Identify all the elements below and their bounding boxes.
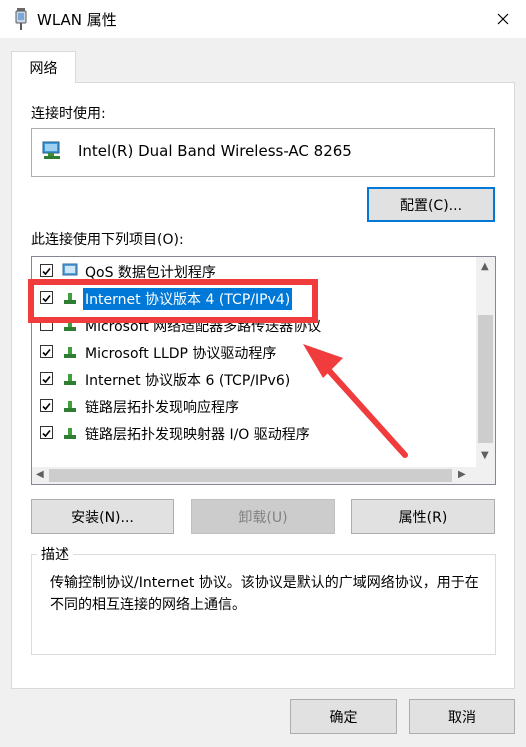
cancel-button-label: 取消 [448, 709, 476, 726]
protocol-icon [64, 293, 76, 304]
configure-button-label: 配置(C)... [399, 197, 463, 214]
item-checkbox[interactable] [40, 318, 53, 331]
item-label: Microsoft 网络适配器多路传送器协议 [85, 319, 322, 335]
window-title: WLAN 属性 [37, 11, 117, 29]
list-item[interactable]: 链路层拓扑发现映射器 I/O 驱动程序 [32, 420, 475, 447]
configure-button[interactable]: 配置(C)... [367, 187, 495, 222]
scroll-right-icon[interactable]: ▶ [458, 469, 466, 480]
title-bar: WLAN 属性 [0, 0, 526, 38]
protocol-icon [64, 374, 76, 385]
item-checkbox[interactable] [40, 372, 53, 385]
protocol-icon [64, 428, 76, 439]
list-item[interactable]: Internet 协议版本 6 (TCP/IPv6) [32, 366, 475, 393]
ok-button[interactable]: 确定 [290, 699, 397, 734]
scroll-left-icon[interactable]: ◀ [36, 469, 44, 480]
close-button[interactable] [480, 0, 526, 38]
wlan-adapter-icon [15, 8, 27, 30]
tab-network-label: 网络 [29, 60, 58, 77]
item-checkbox[interactable] [40, 291, 53, 304]
item-label: QoS 数据包计划程序 [85, 265, 216, 281]
protocol-icon [64, 347, 76, 358]
vertical-scroll-thumb[interactable] [478, 315, 493, 443]
protocol-icon [64, 401, 76, 412]
items-label: 此连接使用下列项目(O): [31, 232, 184, 248]
item-checkbox[interactable] [40, 426, 53, 439]
list-item[interactable]: 链路层拓扑发现响应程序 [32, 393, 475, 420]
properties-button-label: 属性(R) [398, 509, 448, 526]
close-icon [497, 13, 509, 25]
scroll-down-icon[interactable]: ▼ [481, 450, 489, 461]
uninstall-button[interactable]: 卸载(U) [191, 499, 335, 534]
protocol-icon [64, 320, 76, 331]
horizontal-scrollbar[interactable]: ◀ ▶ [32, 467, 495, 484]
description-text: 传输控制协议/Internet 协议。该协议是默认的广域网络协议，用于在不同的相… [50, 575, 479, 613]
item-label: Internet 协议版本 6 (TCP/IPv6) [85, 373, 291, 389]
item-checkbox[interactable] [40, 399, 53, 412]
horizontal-scroll-thumb[interactable] [49, 469, 452, 482]
list-item[interactable]: Internet 协议版本 4 (TCP/IPv4) [32, 285, 475, 312]
list-item[interactable]: Microsoft 网络适配器多路传送器协议 [32, 312, 475, 339]
item-label: 链路层拓扑发现映射器 I/O 驱动程序 [85, 427, 310, 443]
description-title: 描述 [37, 544, 73, 564]
qos-icon [62, 263, 78, 276]
list-item[interactable]: QoS 数据包计划程序 [32, 258, 475, 285]
item-label: Microsoft LLDP 协议驱动程序 [85, 346, 277, 362]
cancel-button[interactable]: 取消 [409, 699, 515, 734]
install-button-label: 安装(N)... [71, 509, 134, 526]
item-label: 链路层拓扑发现响应程序 [85, 400, 239, 416]
adapter-name: Intel(R) Dual Band Wireless-AC 8265 [78, 142, 352, 160]
scroll-up-icon[interactable]: ▲ [481, 261, 489, 272]
install-button[interactable]: 安装(N)... [31, 499, 174, 534]
adapter-field: Intel(R) Dual Band Wireless-AC 8265 [31, 128, 495, 177]
network-adapter-icon [42, 141, 60, 159]
item-label: Internet 协议版本 4 (TCP/IPv4) [83, 288, 293, 310]
uninstall-button-label: 卸载(U) [238, 509, 288, 526]
list-item[interactable]: Microsoft LLDP 协议驱动程序 [32, 339, 475, 366]
item-checkbox[interactable] [40, 345, 53, 358]
components-list[interactable]: QoS 数据包计划程序 Internet 协议版本 4 (TCP/IPv4) M… [31, 256, 496, 485]
tab-network[interactable]: 网络 [11, 51, 76, 83]
properties-button[interactable]: 属性(R) [351, 499, 495, 534]
vertical-scrollbar[interactable]: ▲ ▼ [476, 257, 495, 468]
ok-button-label: 确定 [329, 709, 358, 726]
item-checkbox[interactable] [40, 264, 53, 277]
connect-using-label: 连接时使用: [31, 106, 106, 122]
